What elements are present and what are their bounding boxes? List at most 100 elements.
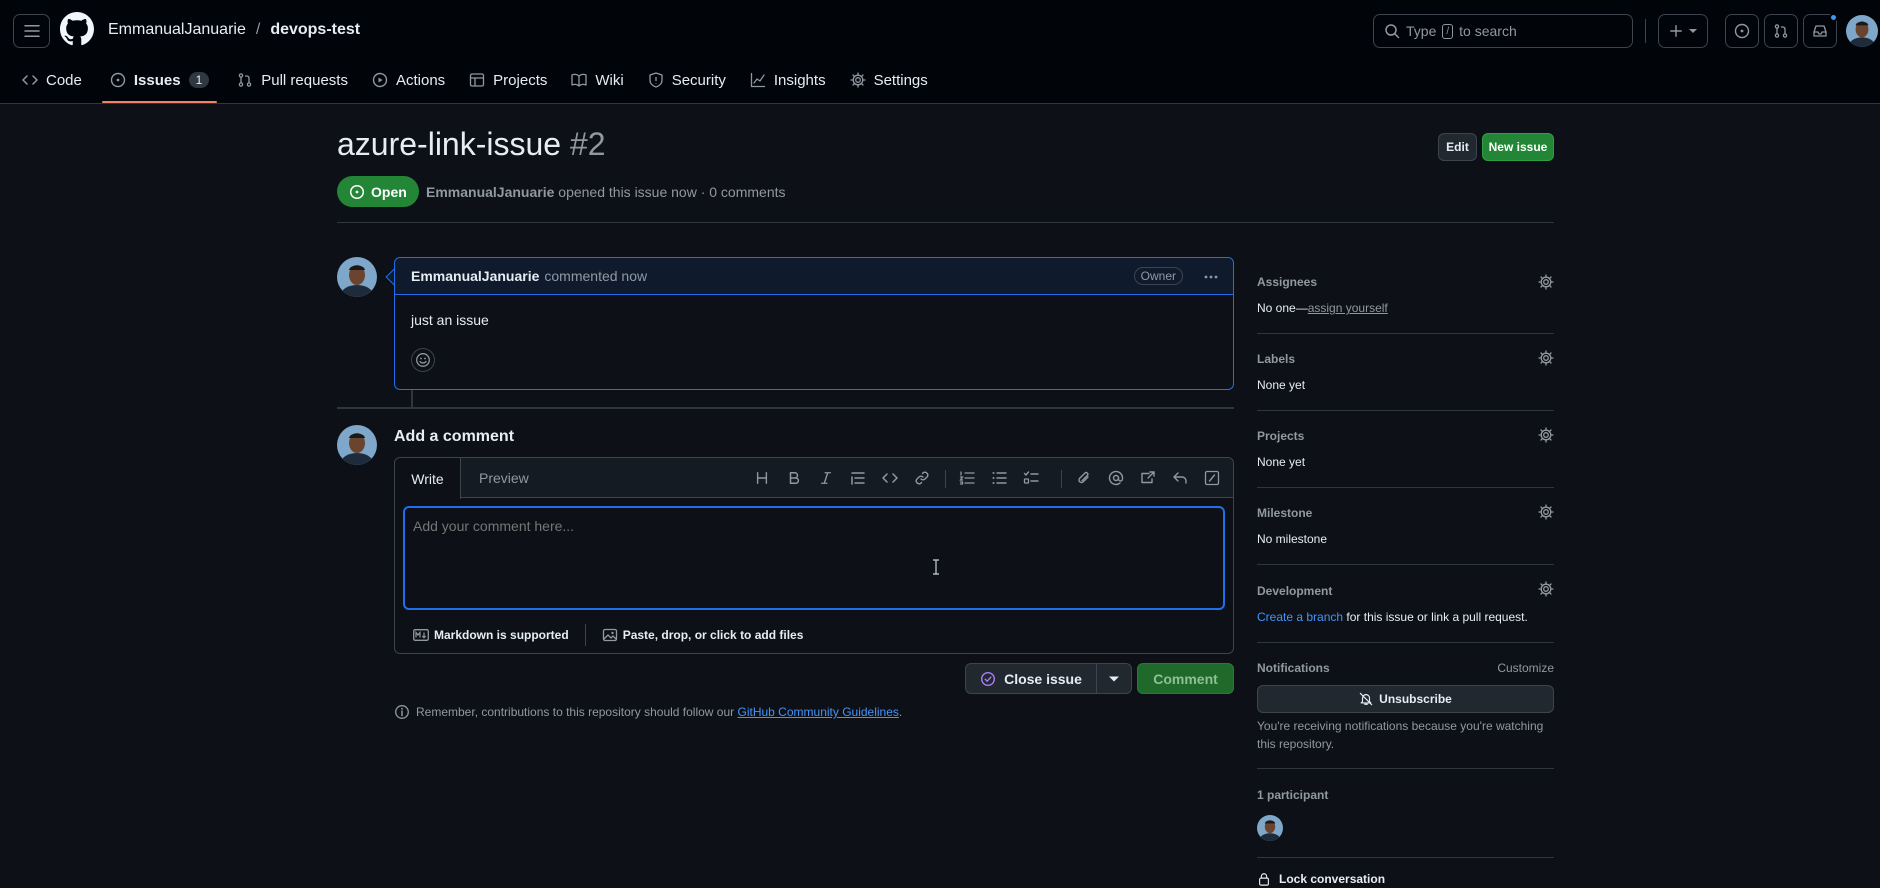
plus-icon bbox=[1670, 25, 1682, 37]
markdown-icon bbox=[413, 629, 429, 641]
milestone-title[interactable]: Milestone bbox=[1257, 506, 1312, 520]
search-input[interactable]: Type / to search bbox=[1373, 14, 1633, 48]
italic-button[interactable] bbox=[816, 468, 836, 488]
labels-title[interactable]: Labels bbox=[1257, 352, 1295, 366]
github-logo-icon[interactable] bbox=[60, 12, 96, 48]
link-button[interactable] bbox=[912, 468, 932, 488]
comment-avatar[interactable] bbox=[337, 257, 377, 297]
tab-preview[interactable]: Preview bbox=[479, 470, 529, 486]
comment-input[interactable] bbox=[403, 506, 1225, 610]
tab-issues-label: Issues bbox=[133, 71, 181, 89]
customize-link[interactable]: Customize bbox=[1497, 661, 1554, 675]
tab-pull-requests[interactable]: Pull requests bbox=[227, 64, 358, 96]
attach-button[interactable] bbox=[1074, 468, 1094, 488]
user-avatar[interactable] bbox=[1846, 15, 1878, 47]
code-icon bbox=[22, 75, 38, 85]
notifications-note: You're receiving notifications because y… bbox=[1257, 719, 1544, 751]
timeline-line bbox=[411, 390, 413, 408]
shield-icon bbox=[649, 72, 663, 88]
code-button[interactable] bbox=[880, 468, 900, 488]
tab-write[interactable]: Write bbox=[395, 458, 461, 499]
gear-icon[interactable] bbox=[1538, 427, 1554, 443]
assignees-value: No one—assign yourself bbox=[1257, 301, 1388, 315]
heading-button[interactable] bbox=[752, 468, 772, 488]
attach-files-label: Paste, drop, or click to add files bbox=[622, 628, 804, 642]
close-options-button[interactable] bbox=[1096, 663, 1132, 694]
paperclip-icon bbox=[1078, 471, 1089, 484]
page-title: azure-link-issue #2 bbox=[337, 126, 606, 163]
quote-icon bbox=[851, 472, 865, 485]
tab-actions[interactable]: Actions bbox=[362, 64, 455, 96]
attach-files-note[interactable]: Paste, drop, or click to add files bbox=[602, 627, 804, 643]
issues-button[interactable] bbox=[1725, 14, 1759, 48]
hamburger-icon bbox=[23, 25, 40, 37]
task-list-button[interactable] bbox=[1021, 468, 1041, 488]
add-comment-heading: Add a comment bbox=[394, 428, 515, 445]
participant-avatar[interactable] bbox=[1257, 815, 1283, 841]
issue-author[interactable]: EmmanualJanuarie bbox=[426, 184, 554, 200]
book-icon bbox=[571, 73, 588, 87]
gear-icon[interactable] bbox=[1538, 581, 1554, 597]
sidebar-divider bbox=[1257, 487, 1554, 488]
gear-icon[interactable] bbox=[1538, 504, 1554, 520]
tab-settings[interactable]: Settings bbox=[840, 64, 938, 96]
unordered-list-button[interactable] bbox=[989, 468, 1009, 488]
comment-button[interactable]: Comment bbox=[1137, 663, 1234, 694]
menu-button[interactable] bbox=[13, 14, 50, 48]
gear-icon[interactable] bbox=[1538, 350, 1554, 366]
issues-counter: 1 bbox=[188, 72, 210, 88]
lock-icon bbox=[1259, 873, 1269, 886]
new-issue-button[interactable]: New issue bbox=[1482, 133, 1554, 161]
quote-button[interactable] bbox=[848, 468, 868, 488]
breadcrumb-repo[interactable]: devops-test bbox=[270, 21, 360, 39]
markdown-note[interactable]: Markdown is supported bbox=[413, 628, 569, 642]
assign-yourself-link[interactable]: assign yourself bbox=[1308, 301, 1388, 315]
add-reaction-button[interactable] bbox=[411, 348, 435, 372]
tab-settings-label: Settings bbox=[873, 71, 928, 89]
toolbar-divider bbox=[945, 470, 946, 488]
new-comment-avatar[interactable] bbox=[337, 425, 377, 465]
chevron-down-icon bbox=[1689, 29, 1697, 33]
breadcrumb-owner[interactable]: EmmanualJanuarie bbox=[108, 21, 246, 39]
issue-open-icon bbox=[349, 184, 365, 199]
tab-issues[interactable]: Issues 1 bbox=[100, 64, 219, 103]
gear-icon[interactable] bbox=[1538, 274, 1554, 290]
issue-icon bbox=[1734, 23, 1750, 39]
lock-conversation-button[interactable]: Lock conversation bbox=[1257, 872, 1385, 886]
development-title[interactable]: Development bbox=[1257, 584, 1332, 598]
sidebar-projects: Projects None yet bbox=[1257, 426, 1554, 506]
assignees-none: No one— bbox=[1257, 301, 1308, 315]
status-label: Open bbox=[371, 183, 407, 200]
create-branch-link[interactable]: Create a branch bbox=[1257, 610, 1343, 624]
slash-icon bbox=[1204, 470, 1220, 486]
milestone-value: No milestone bbox=[1257, 532, 1328, 546]
guidelines-link[interactable]: GitHub Community Guidelines bbox=[738, 705, 899, 719]
search-prefix: Type bbox=[1406, 23, 1437, 39]
header-divider bbox=[1645, 19, 1646, 43]
bold-button[interactable] bbox=[784, 468, 804, 488]
mention-button[interactable] bbox=[1106, 468, 1126, 488]
tab-security[interactable]: Security bbox=[638, 64, 736, 96]
reference-button[interactable] bbox=[1138, 468, 1158, 488]
tab-code[interactable]: Code bbox=[12, 64, 92, 96]
sidebar-milestone: Milestone No milestone bbox=[1257, 503, 1554, 583]
link-icon bbox=[915, 471, 929, 485]
issue-number: #2 bbox=[569, 126, 606, 162]
slash-commands-button[interactable] bbox=[1202, 468, 1222, 488]
notification-dot bbox=[1829, 13, 1838, 22]
projects-title[interactable]: Projects bbox=[1257, 429, 1304, 443]
create-new-button[interactable] bbox=[1658, 14, 1708, 48]
close-issue-button[interactable]: Close issue bbox=[965, 663, 1097, 694]
tab-wiki[interactable]: Wiki bbox=[561, 64, 633, 96]
pull-requests-button[interactable] bbox=[1764, 14, 1798, 48]
edit-button[interactable]: Edit bbox=[1438, 133, 1477, 161]
tab-projects[interactable]: Projects bbox=[459, 64, 557, 96]
comment-author[interactable]: EmmanualJanuarie bbox=[411, 268, 539, 284]
tab-insights[interactable]: Insights bbox=[740, 64, 836, 96]
comment-options-button[interactable] bbox=[1203, 269, 1219, 285]
comment-time[interactable]: commented now bbox=[544, 268, 647, 284]
saved-reply-button[interactable] bbox=[1170, 468, 1190, 488]
unsubscribe-button[interactable]: Unsubscribe bbox=[1257, 685, 1554, 713]
assignees-title[interactable]: Assignees bbox=[1257, 275, 1317, 289]
ordered-list-button[interactable] bbox=[957, 468, 977, 488]
